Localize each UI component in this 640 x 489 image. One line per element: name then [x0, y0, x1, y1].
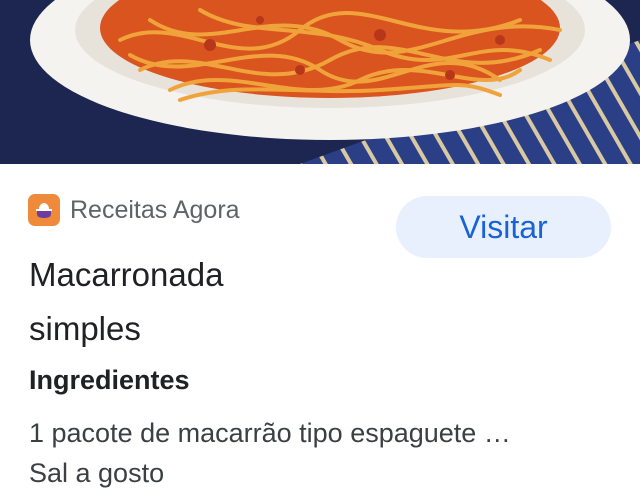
recipe-title[interactable]: Macarronada simples	[29, 248, 369, 356]
source-row[interactable]: Receitas Agora	[28, 194, 240, 226]
ingredient-item: Sal a gosto	[29, 458, 165, 488]
recipe-title-line1: Macarronada	[29, 256, 224, 293]
spaghetti-plate-image	[0, 0, 640, 164]
recipe-pot-icon	[28, 194, 60, 226]
ingredient-item: 1 pacote de macarrão tipo espaguete …	[29, 418, 511, 448]
visit-button[interactable]: Visitar	[396, 196, 611, 258]
ingredients-heading: Ingredientes	[29, 365, 190, 395]
recipe-photo[interactable]	[0, 0, 640, 164]
recipe-title-line2: simples	[29, 310, 141, 347]
source-name: Receitas Agora	[70, 195, 240, 224]
